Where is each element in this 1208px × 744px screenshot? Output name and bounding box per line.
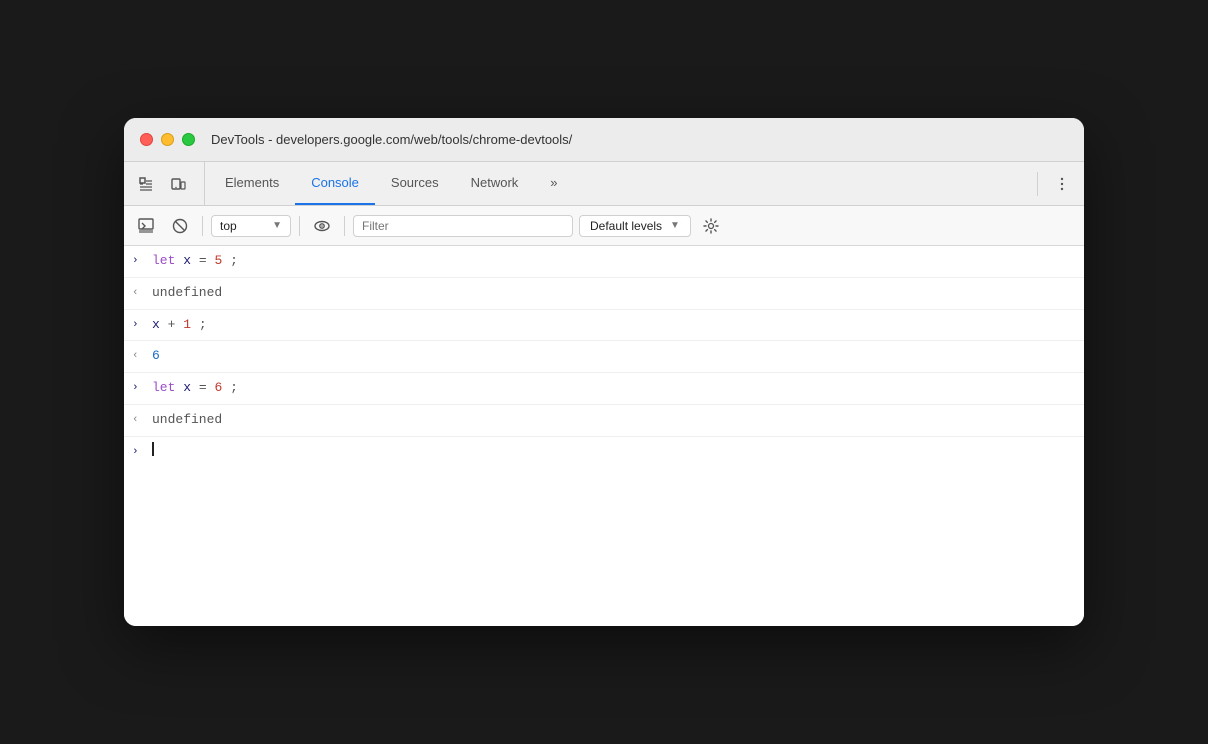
tabbar-right-icons (1031, 162, 1076, 205)
inspect-element-icon[interactable] (132, 170, 160, 198)
show-console-drawer-icon[interactable] (132, 212, 160, 240)
settings-icon[interactable] (697, 212, 725, 240)
console-code-3: let x = 6 ; (152, 378, 238, 399)
titlebar: DevTools - developers.google.com/web/too… (124, 118, 1084, 162)
toolbar-separator-3 (344, 216, 345, 236)
prompt-chevron: › (132, 444, 144, 462)
console-area[interactable]: › let x = 5 ; ‹ undefined › x + 1 ; (124, 246, 1084, 626)
tab-elements[interactable]: Elements (209, 162, 295, 205)
tab-more[interactable]: » (534, 162, 573, 205)
tab-console[interactable]: Console (295, 162, 375, 205)
toolbar-separator-2 (299, 216, 300, 236)
filter-input[interactable] (353, 215, 573, 237)
console-row-3: › x + 1 ; (124, 310, 1084, 342)
console-output-1: undefined (152, 283, 222, 304)
toolbar-separator-1 (202, 216, 203, 236)
console-cursor (152, 442, 154, 456)
console-toolbar: top ▼ Default levels ▼ (124, 206, 1084, 246)
close-button[interactable] (140, 133, 153, 146)
device-toolbar-icon[interactable] (164, 170, 192, 198)
devtools-window: DevTools - developers.google.com/web/too… (124, 118, 1084, 626)
console-code-1: let x = 5 ; (152, 251, 238, 272)
input-chevron-3: › (132, 380, 144, 398)
tabs: Elements Console Sources Network » (209, 162, 1031, 205)
eye-icon[interactable] (308, 212, 336, 240)
output-chevron: ‹ (132, 285, 144, 303)
output-chevron-3: ‹ (132, 412, 144, 430)
console-row-6: ‹ undefined (124, 405, 1084, 437)
console-row-5: › let x = 6 ; (124, 373, 1084, 405)
traffic-lights (140, 133, 195, 146)
console-code-2: x + 1 ; (152, 315, 207, 336)
input-chevron: › (132, 253, 144, 271)
console-row-prompt[interactable]: › (124, 437, 1084, 467)
context-selector[interactable]: top ▼ (211, 215, 291, 237)
log-levels-button[interactable]: Default levels ▼ (579, 215, 691, 237)
tabbar: Elements Console Sources Network » (124, 162, 1084, 206)
console-row-1: › let x = 5 ; (124, 246, 1084, 278)
input-chevron-2: › (132, 317, 144, 335)
tab-network[interactable]: Network (455, 162, 535, 205)
output-chevron-2: ‹ (132, 348, 144, 366)
console-row-2: ‹ undefined (124, 278, 1084, 310)
console-output-3: undefined (152, 410, 222, 431)
clear-console-icon[interactable] (166, 212, 194, 240)
minimize-button[interactable] (161, 133, 174, 146)
console-row-4: ‹ 6 (124, 341, 1084, 373)
tabbar-left-icons (132, 162, 205, 205)
more-menu-icon[interactable] (1048, 170, 1076, 198)
separator (1037, 172, 1038, 196)
maximize-button[interactable] (182, 133, 195, 146)
window-title: DevTools - developers.google.com/web/too… (211, 132, 572, 147)
tab-sources[interactable]: Sources (375, 162, 455, 205)
console-output-2: 6 (152, 346, 160, 367)
